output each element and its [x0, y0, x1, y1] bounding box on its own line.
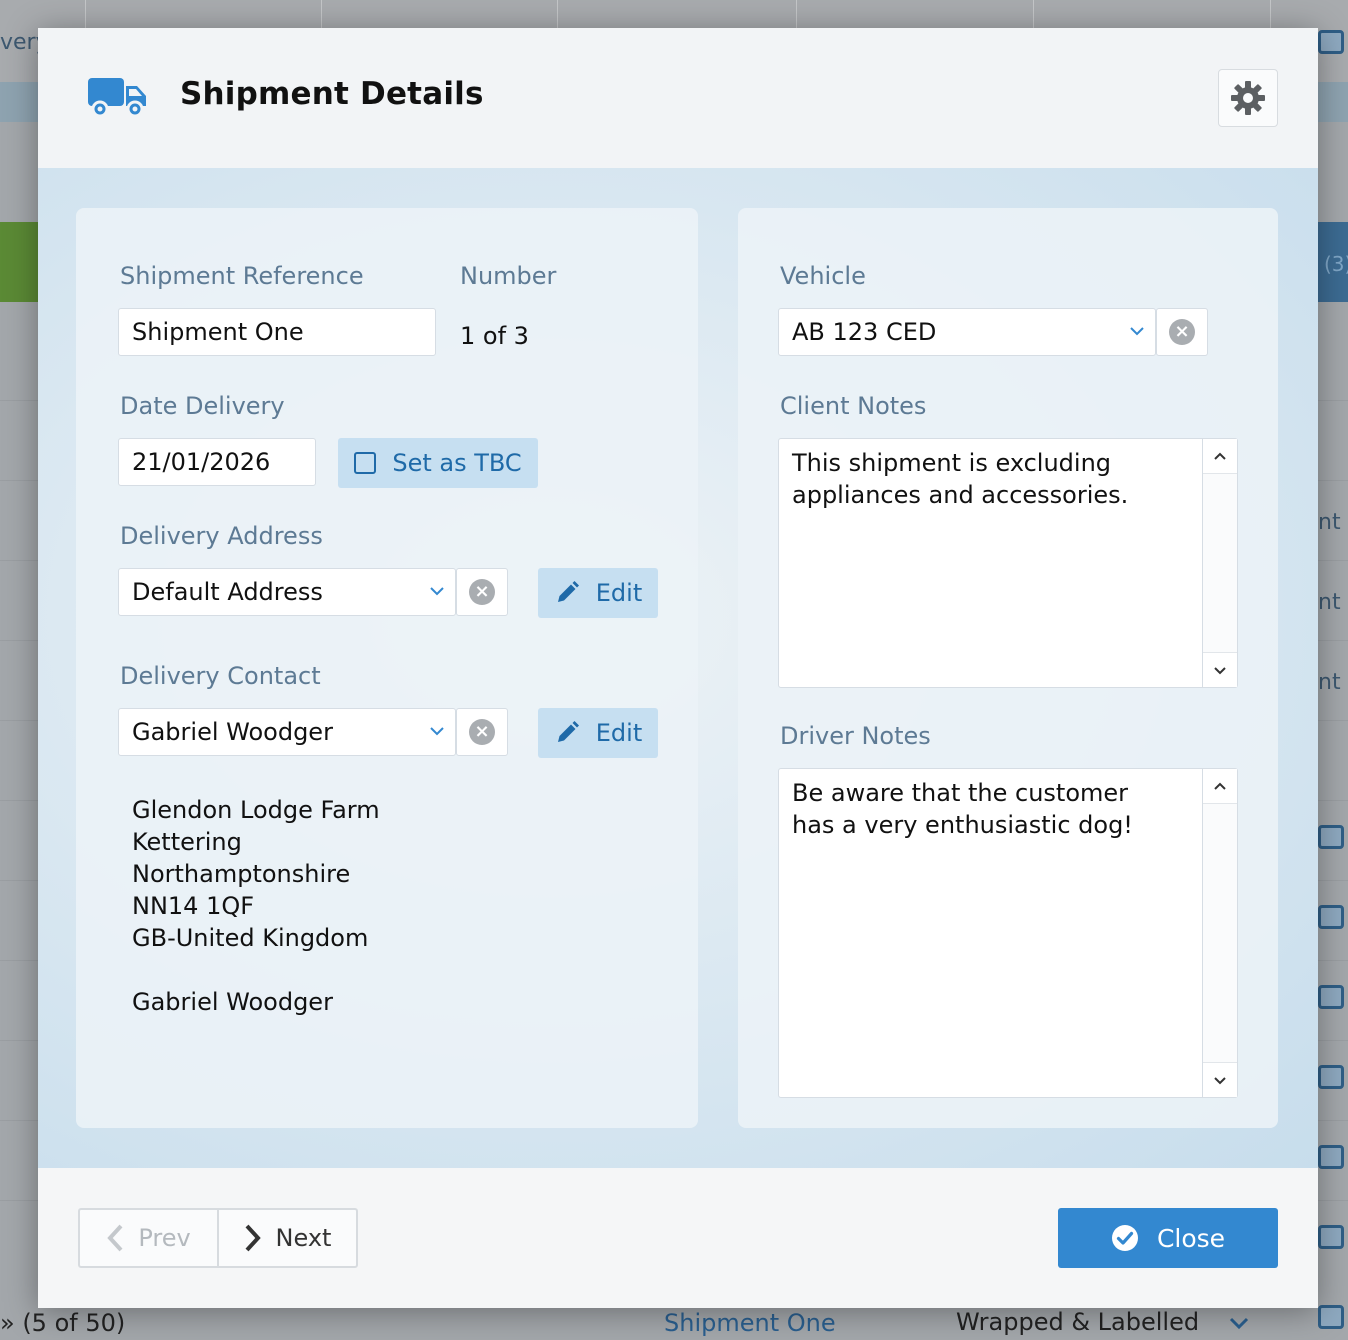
client-notes-text: This shipment is excluding appliances an…: [792, 449, 1129, 509]
chevron-up-icon: [1214, 782, 1226, 790]
chevron-down-icon: [430, 727, 444, 736]
chevron-down-icon: [1130, 327, 1144, 336]
next-button[interactable]: Next: [219, 1210, 356, 1266]
background-list-icon: [0, 222, 40, 302]
delivery-address-value: Default Address: [132, 578, 323, 606]
background-print-icon: [1318, 905, 1344, 929]
clear-icon: ×: [1169, 319, 1195, 345]
delivery-address-block: Glendon Lodge Farm Kettering Northampton…: [132, 794, 380, 1018]
driver-notes-textarea[interactable]: Be aware that the customer has a very en…: [778, 768, 1238, 1098]
client-notes-textarea[interactable]: This shipment is excluding appliances an…: [778, 438, 1238, 688]
pencil-icon: [557, 721, 579, 742]
set-as-tbc-toggle[interactable]: Set as TBC: [338, 438, 538, 488]
pencil-icon: [557, 581, 579, 602]
clear-contact-button[interactable]: ×: [456, 708, 508, 756]
settings-button[interactable]: [1218, 69, 1278, 127]
chevron-down-icon: [1214, 666, 1226, 674]
date-delivery-input[interactable]: 21/01/2026: [118, 438, 316, 486]
shipment-info-panel: Shipment Reference Number Shipment One 1…: [76, 208, 698, 1128]
check-circle-icon: [1111, 1225, 1138, 1251]
pagination-group: Prev Next: [78, 1208, 358, 1268]
delivery-address-label: Delivery Address: [120, 522, 323, 550]
background-print-icon: [1318, 825, 1344, 849]
scroll-down-button[interactable]: [1203, 652, 1237, 687]
clear-address-button[interactable]: ×: [456, 568, 508, 616]
chevron-left-icon: [107, 1224, 123, 1252]
number-label: Number: [460, 262, 557, 290]
background-row-reference[interactable]: Shipment One: [664, 1309, 836, 1337]
dialog-title: Shipment Details: [180, 76, 484, 112]
vehicle-notes-panel: Vehicle AB 123 CED × Client Notes This s…: [738, 208, 1278, 1128]
shipment-reference-label: Shipment Reference: [120, 262, 364, 290]
truck-icon: [88, 78, 146, 118]
background-print-icon: [1318, 1065, 1344, 1089]
driver-notes-scrollbar[interactable]: [1202, 769, 1237, 1097]
scroll-up-button[interactable]: [1203, 769, 1237, 804]
chevron-right-icon: [245, 1224, 261, 1252]
background-blue-button: (3): [1318, 222, 1348, 302]
address-line: Northamptonshire: [132, 860, 351, 888]
delivery-contact-select[interactable]: Gabriel Woodger: [118, 708, 456, 756]
background-row-status[interactable]: Wrapped & Labelled: [956, 1308, 1199, 1336]
delivery-address-select[interactable]: Default Address: [118, 568, 456, 616]
dialog-header: Shipment Details: [38, 28, 1318, 168]
vehicle-select[interactable]: AB 123 CED: [778, 308, 1156, 356]
background-chevron-down-icon: [1229, 1317, 1249, 1330]
delivery-contact-label: Delivery Contact: [120, 662, 321, 690]
address-line: NN14 1QF: [132, 892, 255, 920]
date-delivery-label: Date Delivery: [120, 392, 285, 420]
shipment-reference-input[interactable]: Shipment One: [118, 308, 436, 356]
scroll-down-button[interactable]: [1203, 1062, 1237, 1097]
clear-icon: ×: [469, 719, 495, 745]
vehicle-value: AB 123 CED: [792, 318, 937, 346]
background-print-icon: [1318, 30, 1344, 54]
vehicle-label: Vehicle: [780, 262, 866, 290]
client-notes-scrollbar[interactable]: [1202, 439, 1237, 687]
shipment-number-value: 1 of 3: [460, 322, 529, 350]
contact-name: Gabriel Woodger: [132, 988, 333, 1016]
background-list-count: » (5 of 50): [0, 1309, 126, 1337]
gear-icon: [1231, 81, 1265, 115]
background-print-icon: [1318, 1145, 1344, 1169]
driver-notes-text: Be aware that the customer has a very en…: [792, 779, 1133, 839]
client-notes-label: Client Notes: [780, 392, 927, 420]
tbc-checkbox[interactable]: [354, 452, 377, 474]
background-print-icon: [1318, 1225, 1344, 1249]
background-print-icon: [1318, 1305, 1344, 1329]
tbc-label: Set as TBC: [392, 449, 522, 477]
dialog-footer: Prev Next Close: [38, 1168, 1318, 1308]
close-button[interactable]: Close: [1058, 1208, 1278, 1268]
background-print-icon: [1318, 985, 1344, 1009]
driver-notes-label: Driver Notes: [780, 722, 931, 750]
address-line: GB-United Kingdom: [132, 924, 369, 952]
edit-contact-button[interactable]: Edit: [538, 708, 658, 758]
chevron-down-icon: [430, 587, 444, 596]
prev-button[interactable]: Prev: [80, 1210, 219, 1266]
clear-vehicle-button[interactable]: ×: [1156, 308, 1208, 356]
chevron-up-icon: [1214, 452, 1226, 460]
dialog-body: Shipment Reference Number Shipment One 1…: [38, 168, 1318, 1168]
scroll-up-button[interactable]: [1203, 439, 1237, 474]
address-line: Kettering: [132, 828, 242, 856]
delivery-contact-value: Gabriel Woodger: [132, 718, 333, 746]
clear-icon: ×: [469, 579, 495, 605]
address-line: Glendon Lodge Farm: [132, 796, 380, 824]
edit-address-button[interactable]: Edit: [538, 568, 658, 618]
shipment-details-dialog: Shipment Details Shipment Reference Numb…: [38, 28, 1318, 1308]
chevron-down-icon: [1214, 1076, 1226, 1084]
